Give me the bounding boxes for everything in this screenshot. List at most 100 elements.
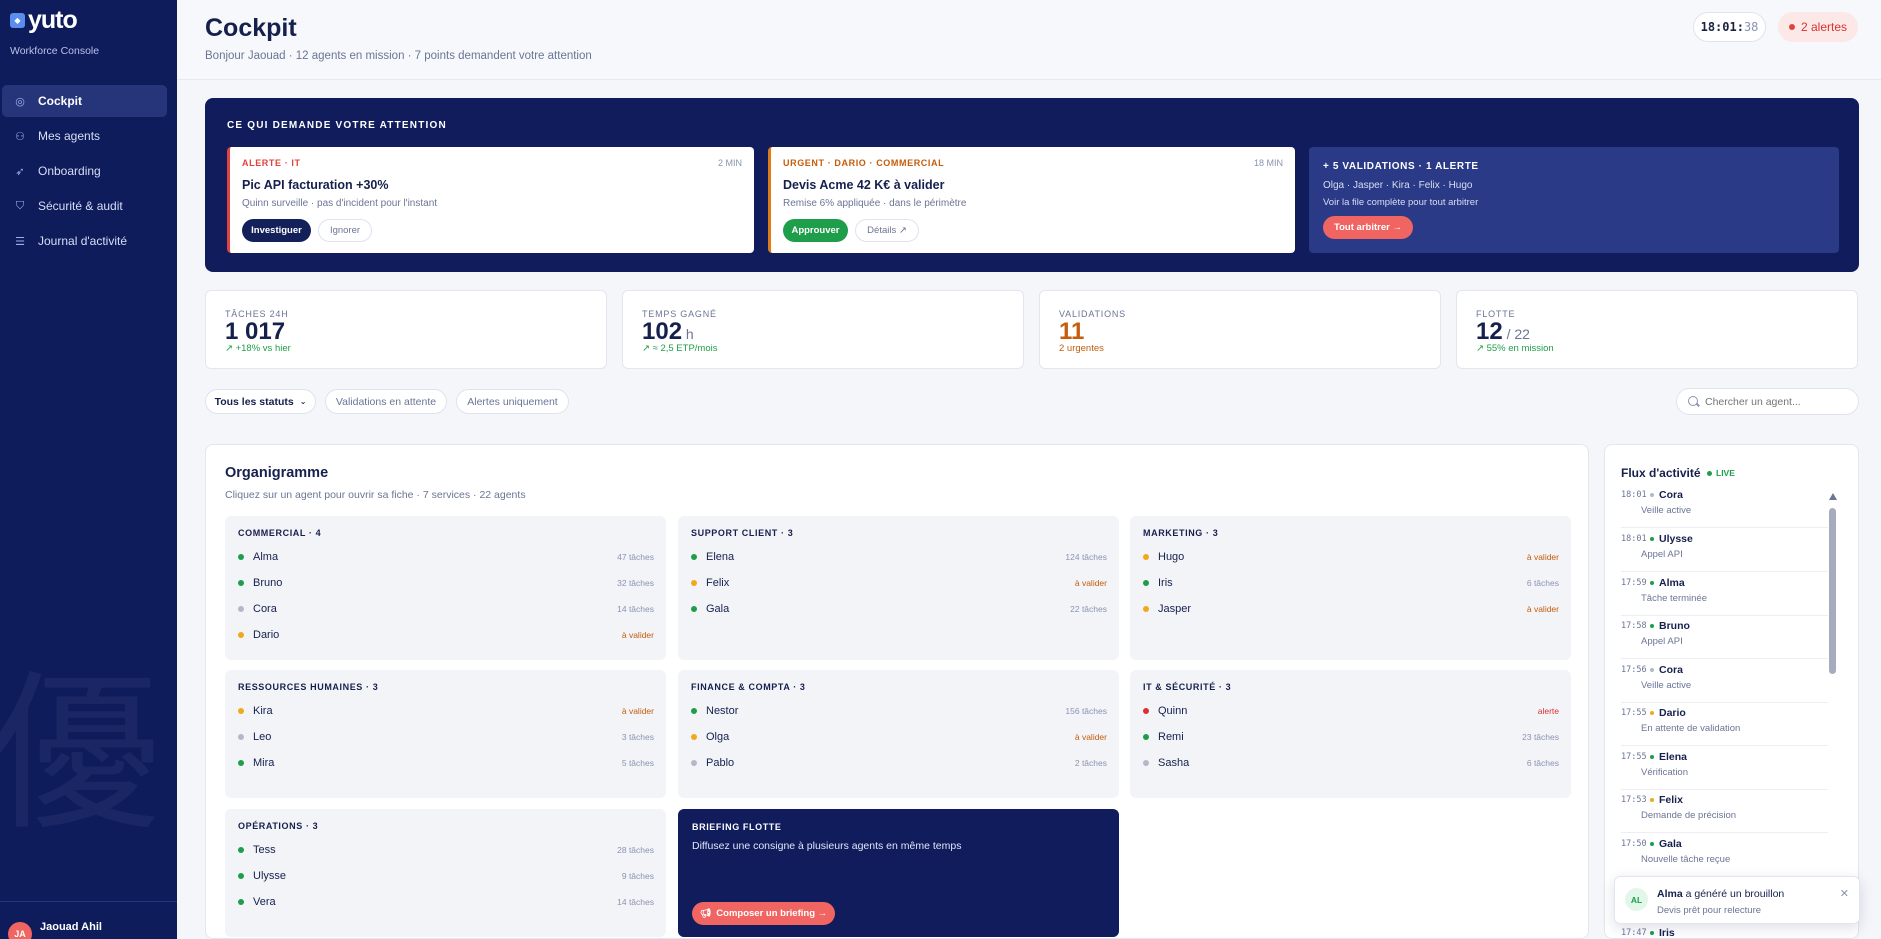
feed-desc: Appel API: [1641, 636, 1683, 647]
agent-row[interactable]: Ulysse 9 tâches: [238, 867, 654, 885]
agent-row[interactable]: Iris 6 tâches: [1143, 574, 1559, 592]
agent-name: Sasha: [1158, 757, 1190, 769]
watermark-glyph-icon: 優: [0, 656, 161, 854]
live-label: LIVE: [1716, 468, 1735, 478]
dept-hr: RESSOURCES HUMAINES · 3 Kira à valider Le…: [225, 670, 666, 798]
feed-item[interactable]: 18:01 Cora Veille active: [1621, 485, 1828, 528]
status-dot-icon: [238, 760, 244, 766]
agent-name: Leo: [253, 731, 272, 743]
compose-briefing-button[interactable]: 📢︎ Composer un briefing →: [692, 902, 835, 925]
alerts-badge[interactable]: 2 alertes: [1778, 12, 1858, 42]
agent-name: Gala: [706, 603, 730, 615]
status-dot-icon: [1143, 606, 1149, 612]
agent-row[interactable]: Dario à valider: [238, 626, 654, 644]
agent-row[interactable]: Elena 124 tâches: [691, 548, 1107, 566]
feed-item[interactable]: 17:55 Dario En attente de validation: [1621, 703, 1828, 746]
agent-name: Kira: [253, 705, 273, 717]
kpi-trend: ↗ 55% en mission: [1476, 343, 1554, 354]
agent-row[interactable]: Mira 5 tâches: [238, 754, 654, 772]
attention-panel: CE QUI DEMANDE VOTRE ATTENTION ALERTE · …: [205, 98, 1859, 272]
sidebar-item-security[interactable]: ⛉ Sécurité & audit: [2, 190, 167, 222]
attention-heading: Pic API facturation +30%: [242, 178, 389, 192]
ignore-button[interactable]: Ignorer: [318, 219, 372, 242]
agent-row[interactable]: Kira à valider: [238, 702, 654, 720]
feed-desc: Veille active: [1641, 680, 1692, 691]
feed-item[interactable]: 17:53 Felix Demande de précision: [1621, 790, 1828, 833]
dept-heading: COMMERCIAL · 4: [238, 528, 322, 538]
kpi-number: 1 017: [225, 318, 286, 345]
agent-row[interactable]: Quinn alerte: [1143, 702, 1559, 720]
feed-item[interactable]: 17:56 Cora Veille active: [1621, 660, 1828, 703]
dept-it-security: IT & SÉCURITÉ · 3 Quinn alerte Remi 23 tâc…: [1130, 670, 1571, 798]
sidebar-item-cockpit[interactable]: ◎ Cockpit: [2, 85, 167, 117]
investigate-button[interactable]: Investiguer: [242, 219, 311, 242]
attention-tag: URGENT · DARIO · COMMERCIAL: [783, 158, 945, 168]
agent-row[interactable]: Hugo à valider: [1143, 548, 1559, 566]
sidebar-item-onboarding[interactable]: ➶ Onboarding: [2, 155, 167, 187]
briefing-heading: BRIEFING FLOTTE: [692, 822, 782, 832]
user-profile[interactable]: JA Jaouad Ahil: [0, 901, 177, 939]
feed-agent: Cora: [1659, 664, 1683, 676]
feed-item[interactable]: 17:55 Elena Vérification: [1621, 747, 1828, 790]
org-subtitle: Cliquez sur un agent pour ouvrir sa fich…: [225, 489, 526, 501]
filter-pending-validations[interactable]: Validations en attente: [325, 389, 447, 414]
agent-row[interactable]: Alma 47 tâches: [238, 548, 654, 566]
sidebar-item-agents[interactable]: ⚇ Mes agents: [2, 120, 167, 152]
feed-item[interactable]: 18:01 Ulysse Appel API: [1621, 529, 1828, 572]
agent-search[interactable]: [1676, 388, 1859, 415]
feed-scrollbar[interactable]: [1829, 508, 1836, 674]
agent-row[interactable]: Jasper à valider: [1143, 600, 1559, 618]
agent-row[interactable]: Gala 22 tâches: [691, 600, 1107, 618]
agent-name: Jasper: [1158, 603, 1192, 615]
logo[interactable]: ◆ yuto: [10, 8, 78, 33]
feed-agent: Ulysse: [1659, 533, 1693, 545]
logo-tagline: Workforce Console: [10, 45, 100, 57]
agent-meta: 124 tâches: [1065, 552, 1107, 562]
agent-row[interactable]: Sasha 6 tâches: [1143, 754, 1559, 772]
notification-toast[interactable]: AL Alma a généré un brouillon Devis prêt…: [1614, 876, 1860, 924]
agent-name: Bruno: [253, 577, 283, 589]
status-filter-dropdown[interactable]: Tous les statuts ⌄: [205, 389, 316, 414]
status-dot-icon: [238, 554, 244, 560]
agent-meta: à valider: [621, 630, 654, 640]
agent-row[interactable]: Cora 14 tâches: [238, 600, 654, 618]
approve-button[interactable]: Approuver: [783, 219, 848, 242]
feed-item[interactable]: 17:50 Gala Nouvelle tâche reçue: [1621, 834, 1828, 877]
filter-alerts-only[interactable]: Alertes uniquement: [456, 389, 569, 414]
search-input[interactable]: [1705, 394, 1850, 410]
agent-row[interactable]: Pablo 2 tâches: [691, 754, 1107, 772]
agent-row[interactable]: Remi 23 tâches: [1143, 728, 1559, 746]
agent-row[interactable]: Olga à valider: [691, 728, 1107, 746]
agent-name: Olga: [706, 731, 730, 743]
attention-desc: Quinn surveille · pas d'incident pour l'…: [242, 198, 438, 209]
feed-time: 17:55: [1621, 752, 1647, 762]
agent-row[interactable]: Nestor 156 tâches: [691, 702, 1107, 720]
kpi-trend: ↗ +18% vs hier: [225, 343, 291, 354]
close-icon[interactable]: ✕: [1840, 887, 1849, 900]
feed-item[interactable]: 17:58 Bruno Appel API: [1621, 616, 1828, 659]
live-clock: 18:01: 38: [1693, 12, 1766, 42]
arbitrate-all-button[interactable]: Tout arbitrer →: [1323, 216, 1413, 239]
details-button[interactable]: Détails ↗: [855, 219, 919, 242]
status-dot-icon: [691, 760, 697, 766]
agent-row[interactable]: Vera 14 tâches: [238, 893, 654, 911]
agent-meta: à valider: [621, 706, 654, 716]
agent-meta: 6 tâches: [1526, 578, 1559, 588]
status-dot-icon: [1650, 931, 1654, 935]
attention-card-api[interactable]: ALERTE · IT 2 MIN Pic API facturation +3…: [227, 147, 754, 253]
agent-row[interactable]: Leo 3 tâches: [238, 728, 654, 746]
scroll-up-arrow-icon[interactable]: [1829, 493, 1837, 500]
feed-item[interactable]: 17:59 Alma Tâche terminée: [1621, 573, 1828, 616]
attention-heading: Devis Acme 42 K€ à valider: [783, 178, 945, 192]
attention-card-quote[interactable]: URGENT · DARIO · COMMERCIAL 18 MIN Devis…: [768, 147, 1295, 253]
status-dot-icon: [691, 554, 697, 560]
users-icon: ⚇: [15, 130, 25, 143]
agent-row[interactable]: Bruno 32 tâches: [238, 574, 654, 592]
agent-row[interactable]: Felix à valider: [691, 574, 1107, 592]
dept-support: SUPPORT CLIENT · 3 Elena 124 tâches Felix…: [678, 516, 1119, 660]
feed-desc: Appel API: [1641, 549, 1683, 560]
feed-item[interactable]: 17:47 Iris: [1621, 923, 1828, 938]
sidebar-item-journal[interactable]: ☰ Journal d'activité: [2, 225, 167, 257]
feed-time: 18:01: [1621, 490, 1647, 500]
agent-row[interactable]: Tess 28 tâches: [238, 841, 654, 859]
